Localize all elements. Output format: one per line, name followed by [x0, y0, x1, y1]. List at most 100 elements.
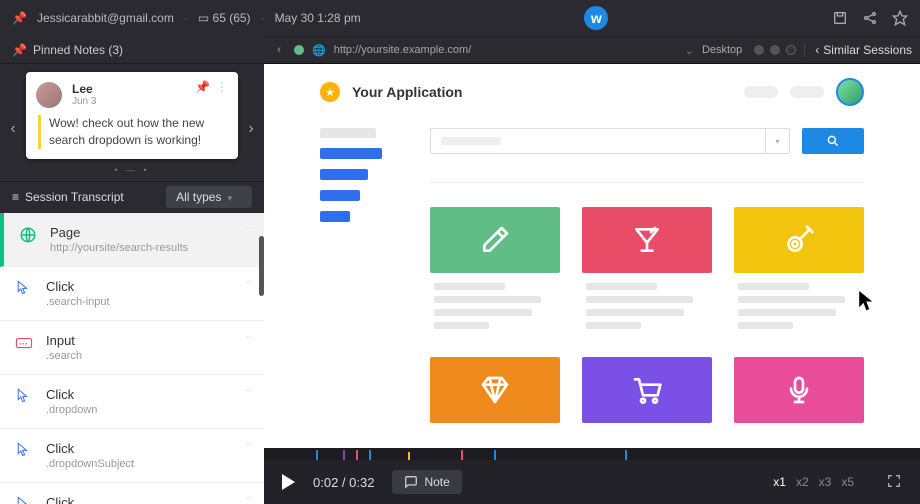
session-count: ▭ 65 (65): [198, 11, 251, 25]
eyedropper-icon: [430, 207, 560, 273]
card-grid: [430, 207, 864, 423]
card-text-placeholder: [430, 283, 560, 329]
speed-x5[interactable]: x5: [841, 475, 854, 489]
event-click[interactable]: Click.dropdownSubject··: [0, 429, 264, 483]
topbar: 📌 Jessicarabbit@gmail.com · ▭ 65 (65) · …: [0, 0, 920, 36]
next-note-button[interactable]: ›: [240, 116, 262, 142]
event-input[interactable]: Input .search ··: [0, 321, 264, 375]
pin-icon[interactable]: 📌: [195, 80, 210, 94]
event-target: .search-input: [46, 296, 110, 308]
prev-note-button[interactable]: ‹: [2, 116, 24, 142]
page-icon: [18, 225, 38, 245]
url-text: http://yoursite.example.com/: [334, 44, 677, 56]
click-icon: [14, 279, 34, 299]
tile-cocktail[interactable]: [582, 207, 712, 335]
pinned-note-card[interactable]: Lee Jun 3 📌 ⋮ Wow! check out how the new…: [26, 72, 238, 159]
event-title: Click: [46, 495, 82, 504]
mic-icon: [734, 357, 864, 423]
tile-guitar[interactable]: [734, 207, 864, 335]
pin-icon: 📌: [12, 43, 27, 57]
event-marker: ··: [245, 277, 252, 288]
star-icon[interactable]: [892, 10, 908, 26]
avatar: [36, 82, 62, 108]
session-viewport: ★ Your Application ▾: [264, 64, 920, 448]
event-filter-select[interactable]: All types: [166, 186, 252, 208]
card-text-placeholder: [734, 283, 864, 329]
event-marker: ··: [245, 385, 252, 396]
speed-x1[interactable]: x1: [773, 475, 786, 489]
event-click[interactable]: Click .dropdown ··: [0, 375, 264, 429]
card-text-placeholder: [582, 283, 712, 329]
app-search-input[interactable]: ▾: [430, 128, 790, 154]
transcript-header: Session Transcript: [25, 190, 124, 204]
note-text: Wow! check out how the new search dropdo…: [38, 115, 226, 149]
event-title: Click: [46, 387, 97, 402]
nav-link-placeholder: [790, 86, 824, 98]
event-target: .dropdown: [46, 404, 97, 416]
tile-diamond[interactable]: [430, 357, 560, 423]
app-title: Your Application: [352, 84, 462, 100]
secure-icon: [294, 45, 304, 55]
main-area: ‹ 🌐 http://yoursite.example.com/ ⌄ Deskt…: [264, 36, 920, 504]
app-badge-icon: ★: [320, 82, 340, 102]
add-note-button[interactable]: Note: [392, 470, 461, 494]
event-target: .dropdownSubject: [46, 458, 134, 470]
sidebar: ‹ › 📌 Pinned Notes (3) Lee Jun 3 📌 ⋮ Wow…: [0, 36, 264, 504]
event-marker: ··: [245, 331, 252, 342]
globe-icon: 🌐: [312, 44, 326, 57]
carousel-dots[interactable]: • — •: [0, 165, 264, 175]
tile-mic[interactable]: [734, 357, 864, 423]
url-bar: ‹ 🌐 http://yoursite.example.com/ ⌄ Deskt…: [264, 36, 920, 64]
note-date: Jun 3: [72, 96, 226, 107]
event-marker: ··: [245, 223, 252, 234]
playback-time: 0:02 / 0:32: [313, 475, 374, 490]
event-click[interactable]: Click .search-input ··: [0, 267, 264, 321]
user-email: Jessicarabbit@gmail.com: [37, 11, 174, 25]
event-title: Page: [50, 225, 188, 240]
diamond-icon: [430, 357, 560, 423]
click-icon: [14, 441, 34, 461]
tile-cart[interactable]: [582, 357, 712, 423]
timeline[interactable]: [264, 448, 920, 460]
speed-controls[interactable]: x1 x2 x3 x5: [773, 475, 854, 489]
play-button[interactable]: [282, 474, 295, 490]
event-marker: ··: [245, 439, 252, 450]
cart-icon: [582, 357, 712, 423]
guitar-icon: [734, 207, 864, 273]
share-icon[interactable]: [862, 10, 878, 26]
event-target: .search: [46, 350, 82, 362]
speed-x2[interactable]: x2: [796, 475, 809, 489]
player-bar: 0:02 / 0:32 Note x1 x2 x3 x5: [264, 460, 920, 504]
event-list[interactable]: Pagehttp://yoursite/search-results··Clic…: [0, 213, 264, 504]
brand-logo[interactable]: w: [584, 6, 608, 30]
event-title: Click: [46, 279, 110, 294]
fullscreen-icon[interactable]: [886, 473, 902, 492]
event-target: http://yoursite/search-results: [50, 242, 188, 254]
device-label: Desktop: [702, 44, 742, 56]
click-icon: [14, 387, 34, 407]
cursor-icon: [856, 288, 878, 320]
chevron-down-icon[interactable]: ▾: [765, 129, 789, 153]
cocktail-icon: [582, 207, 712, 273]
session-timestamp: May 30 1:28 pm: [275, 11, 361, 25]
event-click[interactable]: Click.search··: [0, 483, 264, 504]
app-search-button[interactable]: [802, 128, 864, 154]
pinned-notes-header: 📌 Pinned Notes (3): [0, 36, 264, 64]
click-icon: [14, 495, 34, 504]
pin-icon: 📌: [12, 11, 27, 25]
event-marker: ··: [245, 493, 252, 504]
more-icon[interactable]: ⋮: [216, 80, 228, 94]
device-icons: [754, 45, 796, 55]
input-icon: [14, 333, 34, 353]
similar-sessions-button[interactable]: ‹ Similar Sessions: [804, 43, 912, 57]
chevron-down-icon[interactable]: ⌄: [685, 44, 694, 57]
back-icon[interactable]: ‹: [272, 44, 286, 56]
event-page[interactable]: Page http://yoursite/search-results ··: [0, 213, 264, 267]
list-icon: ≡: [12, 190, 19, 204]
app-avatar[interactable]: [836, 78, 864, 106]
nav-link-placeholder: [744, 86, 778, 98]
speed-x3[interactable]: x3: [819, 475, 832, 489]
event-title: Input: [46, 333, 82, 348]
save-icon[interactable]: [832, 10, 848, 26]
tile-eyedropper[interactable]: [430, 207, 560, 335]
